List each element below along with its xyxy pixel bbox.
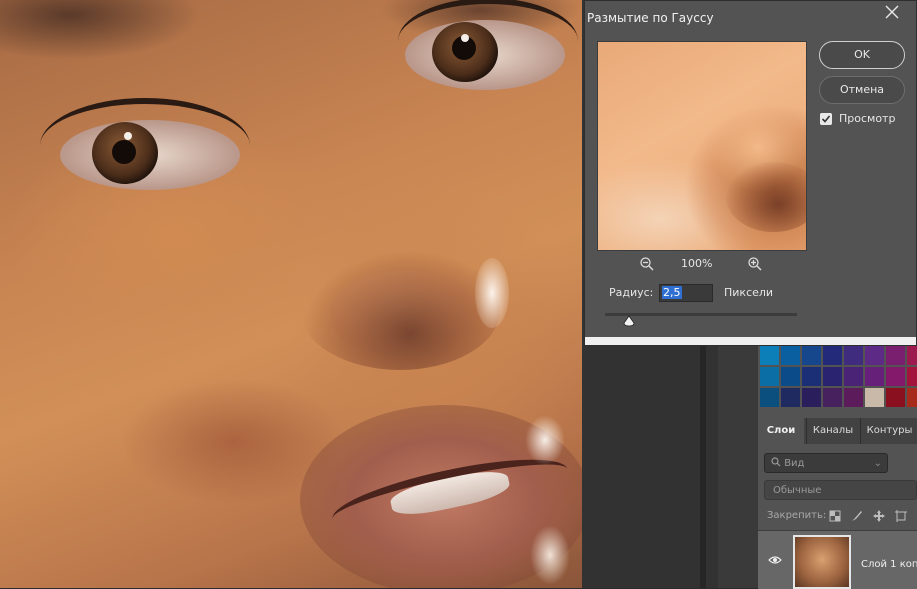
dialog-title: Размытие по Гауссу: [587, 11, 714, 25]
radius-input[interactable]: 2,5: [659, 284, 713, 302]
color-swatch[interactable]: [865, 346, 884, 365]
color-swatch[interactable]: [781, 346, 800, 365]
layer-row[interactable]: Слой 1 копия: [758, 530, 917, 589]
panel-divider[interactable]: [700, 340, 706, 588]
color-swatch[interactable]: [886, 346, 905, 365]
swatches-grid: [760, 346, 917, 407]
color-swatch[interactable]: [844, 367, 863, 386]
color-swatch[interactable]: [823, 346, 842, 365]
color-swatch[interactable]: [823, 388, 842, 407]
color-swatch[interactable]: [844, 388, 863, 407]
color-swatch[interactable]: [823, 367, 842, 386]
color-swatch[interactable]: [844, 346, 863, 365]
left-eye-lid: [40, 98, 250, 194]
layer-thumbnail: [793, 535, 851, 589]
lock-transparent-pixels-icon[interactable]: [828, 509, 842, 523]
color-swatch[interactable]: [886, 388, 905, 407]
color-swatch[interactable]: [802, 367, 821, 386]
chin-highlight: [530, 525, 570, 585]
color-swatch[interactable]: [760, 346, 779, 365]
tab-layers[interactable]: Слои: [758, 418, 804, 444]
tab-paths[interactable]: Контуры: [860, 418, 917, 444]
color-swatch[interactable]: [781, 388, 800, 407]
preview-label: Просмотр: [839, 112, 896, 125]
gaussian-blur-dialog: Размытие по Гауссу 100% Радиус: 2,5 Пикс…: [584, 0, 917, 346]
color-swatch[interactable]: [781, 367, 800, 386]
color-swatch[interactable]: [907, 388, 917, 407]
collapsed-panel-strip: [718, 340, 758, 588]
tab-channels[interactable]: Каналы: [806, 418, 859, 444]
lip-highlight: [525, 415, 565, 465]
preview-nostril: [726, 162, 806, 232]
lock-toolbar: Закрепить:: [764, 508, 917, 526]
eye-icon[interactable]: [768, 555, 782, 565]
color-swatch[interactable]: [865, 388, 884, 407]
zoom-out-icon[interactable]: [639, 256, 655, 272]
panel-tabs: Слои Каналы Контуры: [758, 418, 917, 444]
color-swatch[interactable]: [907, 346, 917, 365]
radius-unit: Пиксели: [724, 286, 774, 299]
color-swatch[interactable]: [802, 346, 821, 365]
blend-mode-select[interactable]: Обычные: [764, 480, 917, 500]
ok-button[interactable]: OK: [819, 41, 905, 69]
color-swatch[interactable]: [760, 367, 779, 386]
dialog-bottom-edge: [585, 337, 916, 345]
left-eyebrow: [0, 0, 200, 60]
nose-highlight: [475, 258, 509, 328]
lock-artboard-icon[interactable]: [894, 509, 908, 523]
nose-shadow: [300, 250, 500, 370]
color-swatch[interactable]: [865, 367, 884, 386]
layer-filter-label: Вид: [784, 458, 805, 469]
color-swatch[interactable]: [760, 388, 779, 407]
canvas-image[interactable]: [0, 0, 582, 588]
lock-label: Закрепить:: [767, 510, 827, 521]
close-icon[interactable]: [883, 3, 901, 21]
lock-image-pixels-icon[interactable]: [850, 509, 864, 523]
zoom-level: 100%: [681, 257, 713, 270]
color-swatch[interactable]: [886, 367, 905, 386]
right-eye-lid: [398, 0, 578, 84]
color-swatch[interactable]: [907, 367, 917, 386]
lock-position-icon[interactable]: [872, 509, 886, 523]
radius-label: Радиус:: [609, 286, 654, 299]
slider-handle-icon[interactable]: [623, 315, 635, 327]
cancel-button[interactable]: Отмена: [819, 76, 905, 104]
preview-checkbox[interactable]: [820, 113, 832, 125]
layer-name[interactable]: Слой 1 копия: [861, 559, 917, 570]
zoom-in-icon[interactable]: [747, 256, 763, 272]
color-swatch[interactable]: [802, 388, 821, 407]
layer-filter-select[interactable]: Вид ⌄: [764, 453, 888, 473]
radius-value: 2,5: [662, 286, 682, 299]
filter-preview[interactable]: [597, 41, 807, 251]
chevron-down-icon: ⌄: [873, 458, 882, 469]
search-icon: [771, 457, 781, 467]
